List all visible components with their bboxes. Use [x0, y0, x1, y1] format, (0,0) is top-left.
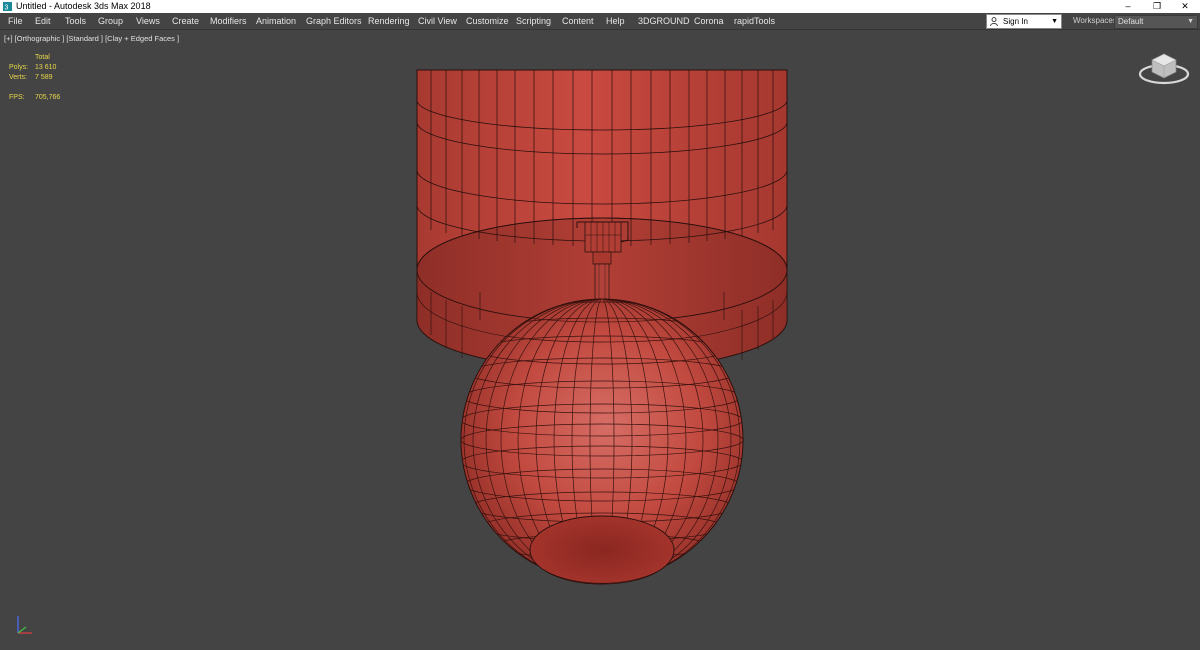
- perspective-viewport[interactable]: [+] [Orthographic ] [Standard ] [Clay + …: [0, 30, 1200, 650]
- menu-help[interactable]: Help: [606, 13, 625, 29]
- restore-button[interactable]: ❐: [1142, 0, 1172, 13]
- menu-rendering[interactable]: Rendering: [368, 13, 410, 29]
- svg-text:3: 3: [5, 5, 9, 12]
- menu-graph-editors[interactable]: Graph Editors: [306, 13, 362, 29]
- menu-tools[interactable]: Tools: [65, 13, 86, 29]
- window-title: Untitled - Autodesk 3ds Max 2018: [16, 1, 151, 11]
- menu-views[interactable]: Views: [136, 13, 160, 29]
- stats-polys-value: 13 610: [35, 64, 57, 71]
- title-bar: 3 Untitled - Autodesk 3ds Max 2018 – ❐ ✕: [0, 0, 1200, 13]
- user-icon: [990, 17, 998, 26]
- menu-file[interactable]: File: [8, 13, 23, 29]
- lamp-globe: [460, 298, 744, 585]
- menu-customize[interactable]: Customize: [466, 13, 509, 29]
- sign-in-label: Sign In: [1003, 17, 1028, 26]
- menu-scripting[interactable]: Scripting: [516, 13, 551, 29]
- chevron-down-icon: ▼: [1051, 18, 1058, 25]
- workspaces-value: Default: [1118, 17, 1144, 26]
- menu-create[interactable]: Create: [172, 13, 199, 29]
- stats-fps-label: FPS:: [9, 94, 25, 101]
- stats-fps-value: 705,766: [35, 94, 61, 101]
- stats-total-header: Total: [35, 54, 50, 61]
- menu-modifiers[interactable]: Modifiers: [210, 13, 247, 29]
- minimize-button[interactable]: –: [1113, 0, 1143, 13]
- workspaces-dropdown[interactable]: Default ▼: [1114, 15, 1198, 29]
- axis-tripod-icon: [17, 616, 32, 634]
- menu-edit[interactable]: Edit: [35, 13, 51, 29]
- stats-verts-label: Verts:: [9, 74, 27, 81]
- chevron-down-icon: ▼: [1187, 18, 1194, 25]
- menu-corona[interactable]: Corona: [694, 13, 724, 29]
- menu-3dground[interactable]: 3DGROUND: [638, 13, 690, 29]
- workspaces-label: Workspaces:: [1073, 16, 1120, 25]
- sign-in-dropdown[interactable]: Sign In ▼: [986, 14, 1062, 29]
- viewport-label[interactable]: [+] [Orthographic ] [Standard ] [Clay + …: [4, 34, 179, 43]
- viewcube-icon[interactable]: [1138, 48, 1190, 88]
- lamp-model[interactable]: [0, 30, 1200, 650]
- menu-rapidtools[interactable]: rapidTools: [734, 13, 775, 29]
- menu-group[interactable]: Group: [98, 13, 123, 29]
- 3dsmax-app-icon: 3: [3, 2, 12, 11]
- stats-polys-label: Polys:: [9, 64, 29, 71]
- close-button[interactable]: ✕: [1170, 0, 1200, 13]
- stats-verts-value: 7 589: [35, 74, 53, 81]
- menu-animation[interactable]: Animation: [256, 13, 296, 29]
- menu-civil-view[interactable]: Civil View: [418, 13, 457, 29]
- menu-content[interactable]: Content: [562, 13, 594, 29]
